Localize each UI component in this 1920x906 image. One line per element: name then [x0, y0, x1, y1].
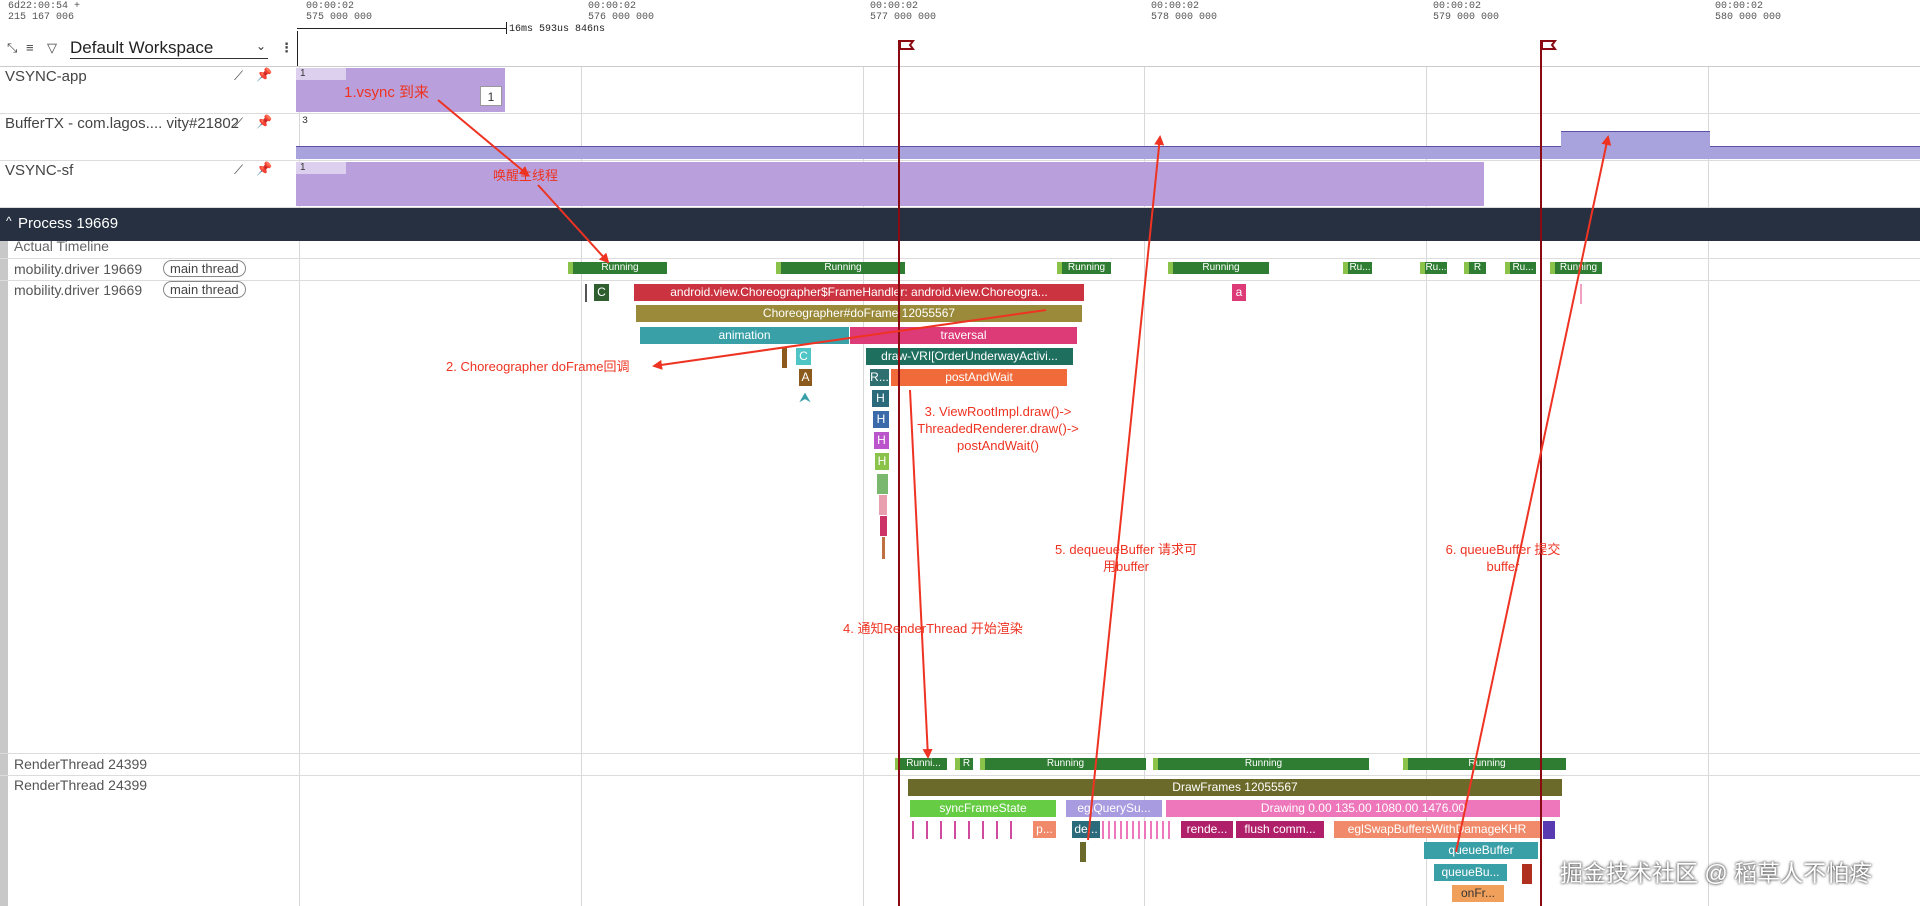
watermark: 掘金技术社区 @ 稻草人不怕疼	[1560, 860, 1873, 886]
annotation-line: 用buffer	[1102, 559, 1149, 574]
annotation-line: buffer	[1486, 559, 1520, 574]
annotation-line: 6. queueBuffer 提交	[1445, 542, 1561, 557]
annotation-queue: 6. queueBuffer 提交 buffer	[1430, 541, 1576, 575]
annotation-line: 5. dequeueBuffer 请求可	[1054, 542, 1198, 557]
annotation-render-thread: 4. 通知RenderThread 开始渲染	[843, 621, 1023, 636]
annotation-line: 3. ViewRootImpl.draw()->	[924, 404, 1072, 419]
annotation-line: ThreadedRenderer.draw()->	[917, 421, 1079, 436]
annotation-draw: 3. ViewRootImpl.draw()-> ThreadedRendere…	[908, 403, 1088, 454]
annotation-vsync: 1.vsync 到来	[344, 84, 430, 101]
annotation-dequeue: 5. dequeueBuffer 请求可 用buffer	[1046, 541, 1206, 575]
annotation-doframe: 2. Choreographer doFrame回调	[446, 359, 630, 374]
annotation-line: postAndWait()	[957, 438, 1039, 453]
annotation-wake-main: 唤醒主线程	[493, 168, 559, 183]
